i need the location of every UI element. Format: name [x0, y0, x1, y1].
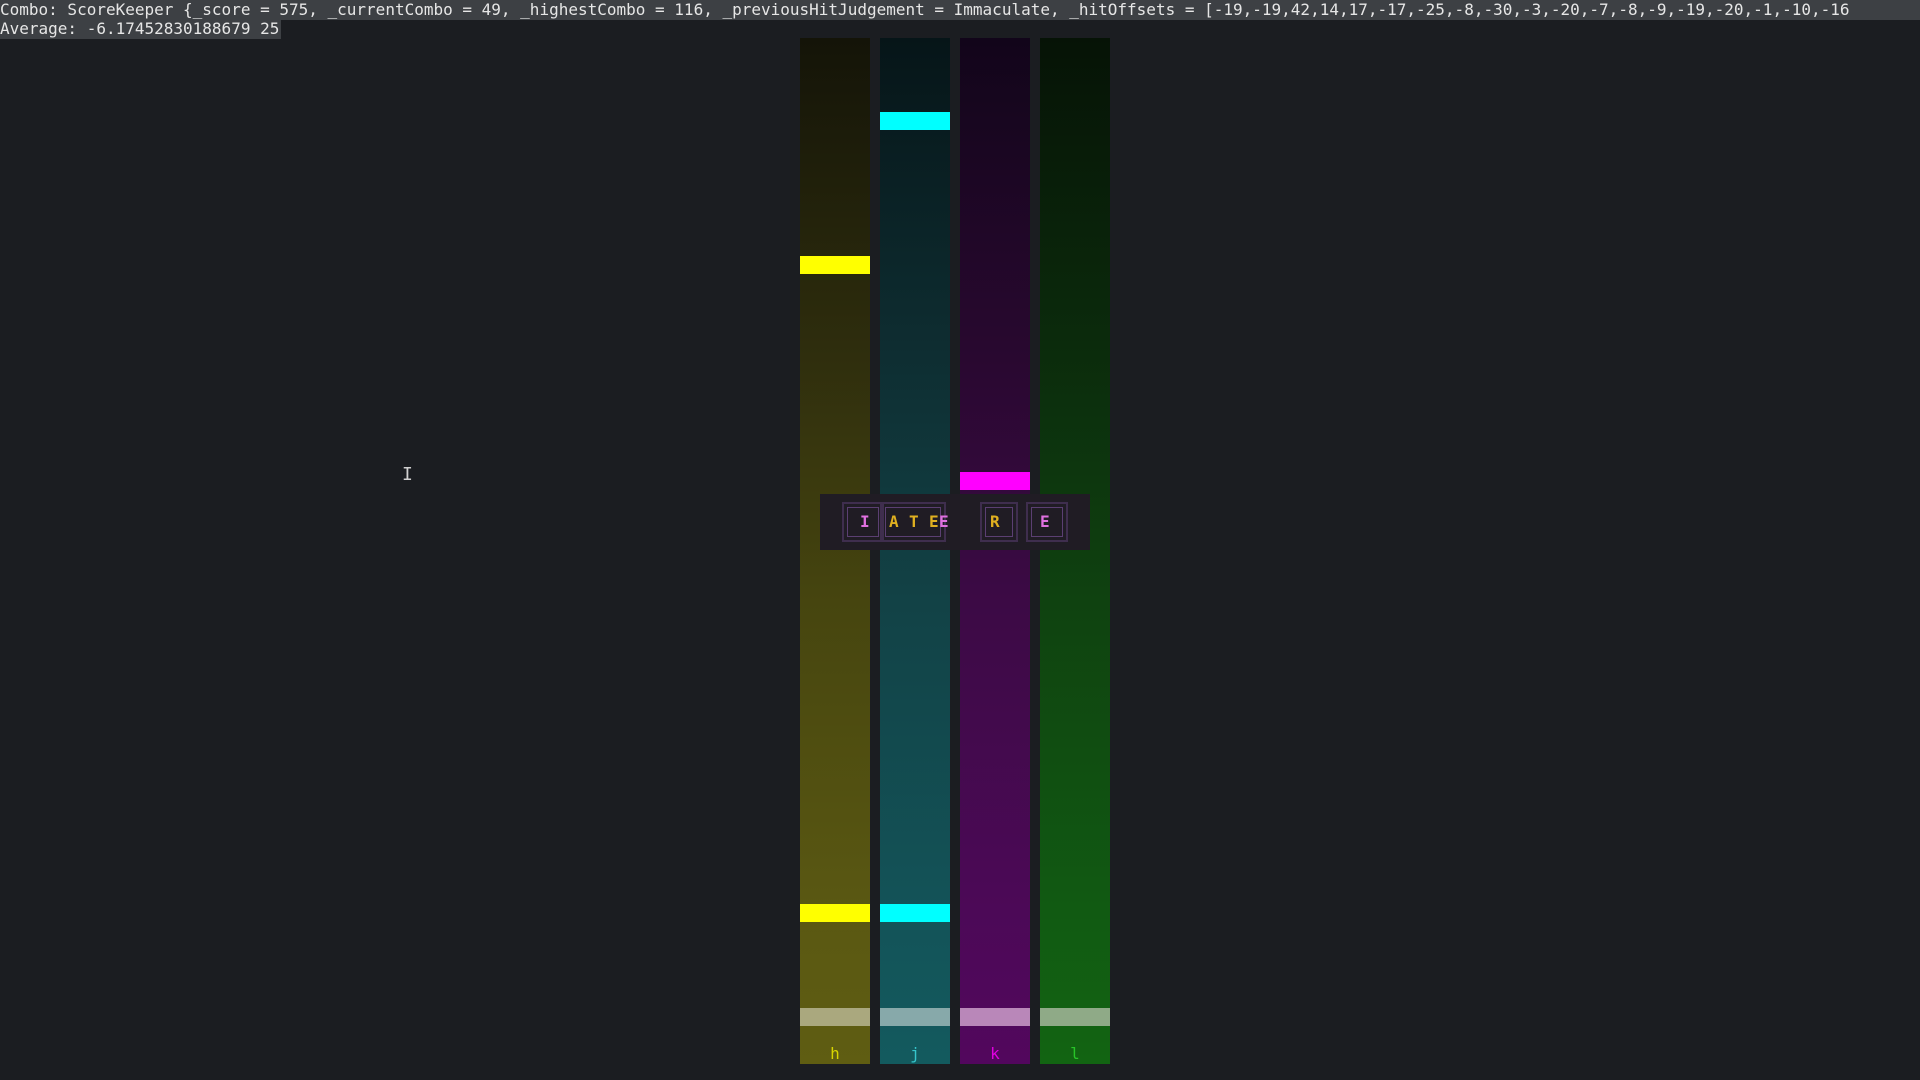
- lane-h: h: [800, 38, 870, 1064]
- judgement-letter: E: [929, 512, 939, 531]
- judgement-display: I A T E E R E: [820, 494, 1090, 550]
- note: [800, 904, 870, 922]
- lane-k: k: [960, 38, 1030, 1064]
- note: [880, 904, 950, 922]
- key-label-k: k: [990, 1044, 1000, 1063]
- hit-line: [960, 1008, 1030, 1026]
- judgement-letter: R: [990, 512, 1000, 531]
- judgement-letter: I: [860, 512, 870, 531]
- note: [960, 472, 1030, 490]
- key-label-j: j: [910, 1044, 920, 1063]
- lane-l: l: [1040, 38, 1110, 1064]
- judgement-letter: T: [909, 512, 919, 531]
- key-label-h: h: [830, 1044, 840, 1063]
- key-label-l: l: [1070, 1044, 1080, 1063]
- text-cursor-icon: I: [402, 464, 413, 485]
- lane-j: j: [880, 38, 950, 1064]
- note: [880, 112, 950, 130]
- debug-combo-line: Combo: ScoreKeeper {_score = 575, _curre…: [0, 0, 1920, 20]
- hit-line: [800, 1008, 870, 1026]
- debug-average-line: Average: -6.17452830188679 25: [0, 19, 282, 39]
- note: [800, 256, 870, 274]
- hit-line: [1040, 1008, 1110, 1026]
- hit-line: [880, 1008, 950, 1026]
- judgement-letter: E: [1040, 512, 1050, 531]
- judgement-letter: E: [939, 512, 949, 531]
- judgement-letter: A: [889, 512, 899, 531]
